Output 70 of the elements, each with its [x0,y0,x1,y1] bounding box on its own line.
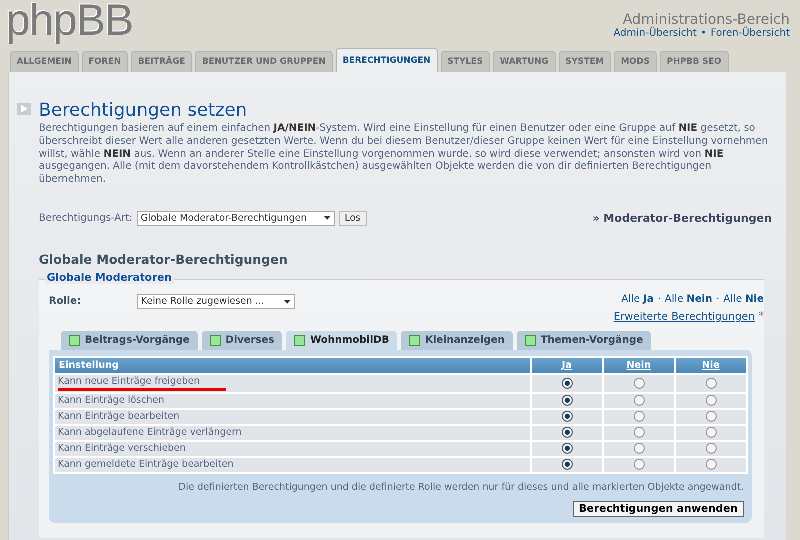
category-tab[interactable]: WohnmobilDB [286,330,398,350]
category-tab[interactable]: Themen-Vorgänge [516,330,652,350]
fieldset-legend: Globale Moderatoren [45,272,174,284]
table-cell: Kann neue Einträge freigeben [55,372,530,392]
radio-button[interactable] [562,395,572,406]
category-tab[interactable]: Kleinanzeigen [401,330,513,350]
nav-tab[interactable]: FOREN [82,51,128,72]
link-separator: • [700,28,707,39]
caret-icon [324,216,331,220]
column-header: Einstellung [55,358,530,373]
table-cell: Kann Einträge bearbeiten [55,408,530,424]
radio-button[interactable] [634,395,644,406]
intro-paragraph: Berechtigungen basieren auf einem einfachen JA/NEIN-System. Wird eine Einstellung für einen Benutzer oder eine Gruppe auf NIE gesetzt, so überschreibt dieser Wert alle anderen gesetzten Werte. Wenn du bei diesem Benutzer/dieser Gruppe keinen Wert für eine Einstellung vornehmen willst, wähle NEIN aus. Wenn an anderer Stelle eine Einstellung vorgenommen wurde, so wird diese verwendet; ansonsten wird von NIE ausgegangen. Alle (mit dem davorstehendem Kontrollkästchen) ausgewählten Objekte werden die von dir definierten Berechtigungen übernehmen. [39,123,770,187]
nav-tab[interactable]: ALLGEMEIN [10,51,79,72]
set-all-link[interactable]: Alle Nein [665,294,712,305]
category-tab[interactable]: Beitrags-Vorgänge [61,330,198,350]
nav-tab[interactable]: BENUTZER UND GRUPPEN [195,51,333,72]
table-cell: Kann abgelaufene Einträge verlängern [55,424,530,440]
radio-button[interactable] [634,459,644,470]
column-header-link[interactable]: Ja [530,358,602,373]
header-link[interactable]: Admin-Übersicht [614,28,697,39]
type-dropdown[interactable]: Globale Moderator-Berechtigungen [136,210,335,226]
set-all-link[interactable]: Alle Nie [724,294,764,305]
column-header-link[interactable]: Nein [602,358,674,373]
role-label: Rolle: [49,296,82,308]
nav-tab[interactable]: MODS [614,51,657,72]
radio-button[interactable] [706,459,716,470]
set-all-link[interactable]: Alle Ja [622,294,654,305]
moderator-link[interactable]: » Moderator-Berechtigungen [592,212,772,225]
radio-button[interactable] [634,427,644,438]
nav-tab[interactable]: PHPBB SEO [660,51,729,72]
radio-button[interactable] [706,427,716,438]
link-separator: · [716,294,720,305]
radio-button[interactable] [562,427,572,438]
radio-button[interactable] [706,395,716,406]
column-header-link[interactable]: Nie [674,358,746,373]
radio-button[interactable] [706,411,716,422]
radio-button[interactable] [562,378,572,389]
admin-title: Administrations-Bereich [622,12,790,28]
radio-button[interactable] [634,411,644,422]
radio-button[interactable] [634,443,644,454]
play-icon [17,103,31,118]
radio-button[interactable] [706,378,716,389]
radio-button[interactable] [562,411,572,422]
caret-icon [284,300,292,304]
apply-button[interactable]: Berechtigungen anwenden [573,500,744,517]
category-tab[interactable]: Diverses [202,330,282,350]
table-cell: Kann Einträge löschen [55,392,530,408]
link-separator: · [658,294,662,305]
radio-button[interactable] [706,443,716,454]
phpbb-logo: phpBB [6,0,134,47]
nav-tab[interactable]: SYSTEM [558,51,612,72]
table-cell: Kann Einträge verschieben [55,440,530,456]
note-text: Die definierten Berechtigungen und die definierte Rolle werden nur für dieses und alle markierten Objekte angewandt. [178,482,744,493]
table-cell: Kann gemeldete Einträge bearbeiten [55,456,530,472]
radio-button[interactable] [562,443,572,454]
advanced-link[interactable]: Erweiterte Berechtigungen [614,310,755,323]
nav-tab[interactable]: WARTUNG [493,51,556,72]
nav-tab[interactable]: STYLES [440,51,490,72]
type-label: Berechtigungs-Art: [39,212,133,224]
radio-button[interactable] [634,378,644,389]
radio-button[interactable] [562,459,572,470]
go-button[interactable]: Los [338,210,367,226]
asterisk: * [759,310,764,323]
page-title: Berechtigungen setzen [39,100,248,121]
header-link[interactable]: Foren-Übersicht [710,28,790,39]
nav-tab[interactable]: BEITRÄGE [131,51,192,72]
section-title: Globale Moderator-Berechtigungen [39,252,289,267]
role-dropdown[interactable]: Keine Rolle zugewiesen ... [137,294,296,310]
nav-tab[interactable]: BERECHTIGUNGEN [336,48,438,72]
